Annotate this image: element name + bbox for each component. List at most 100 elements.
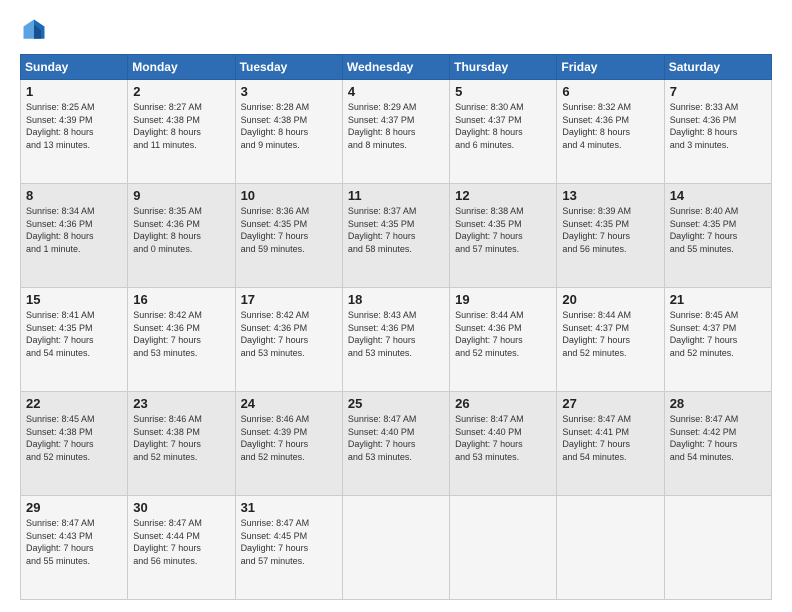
day-number: 10	[241, 188, 337, 203]
day-number: 20	[562, 292, 658, 307]
day-number: 25	[348, 396, 444, 411]
day-info: Sunrise: 8:45 AM Sunset: 4:38 PM Dayligh…	[26, 413, 122, 463]
day-number: 14	[670, 188, 766, 203]
page: SundayMondayTuesdayWednesdayThursdayFrid…	[0, 0, 792, 612]
day-number: 5	[455, 84, 551, 99]
day-number: 30	[133, 500, 229, 515]
calendar-week-5: 29 Sunrise: 8:47 AM Sunset: 4:43 PM Dayli…	[21, 496, 772, 600]
calendar-cell	[450, 496, 557, 600]
calendar-cell	[342, 496, 449, 600]
day-info: Sunrise: 8:44 AM Sunset: 4:37 PM Dayligh…	[562, 309, 658, 359]
calendar-cell: 18Sunrise: 8:43 AM Sunset: 4:36 PM Dayli…	[342, 288, 449, 392]
day-info: Sunrise: 8:28 AM Sunset: 4:38 PM Dayligh…	[241, 101, 337, 151]
day-number: 27	[562, 396, 658, 411]
day-info: Sunrise: 8:47 AM Sunset: 4:40 PM Dayligh…	[455, 413, 551, 463]
calendar-cell: 20 Sunrise: 8:44 AM Sunset: 4:37 PM Dayli…	[557, 288, 664, 392]
day-number: 1	[26, 84, 122, 99]
day-info: Sunrise: 8:38 AM Sunset: 4:35 PM Dayligh…	[455, 205, 551, 255]
day-number: 8	[26, 188, 122, 203]
col-header-thursday: Thursday	[450, 55, 557, 80]
calendar-week-2: 8 Sunrise: 8:34 AM Sunset: 4:36 PM Daylig…	[21, 184, 772, 288]
col-header-saturday: Saturday	[664, 55, 771, 80]
day-number: 21	[670, 292, 766, 307]
col-header-monday: Monday	[128, 55, 235, 80]
calendar-cell: 7 Sunrise: 8:33 AM Sunset: 4:36 PM Daylig…	[664, 80, 771, 184]
day-info: Sunrise: 8:47 AM Sunset: 4:42 PM Dayligh…	[670, 413, 766, 463]
calendar-cell: 23 Sunrise: 8:46 AM Sunset: 4:38 PM Dayli…	[128, 392, 235, 496]
day-info: Sunrise: 8:34 AM Sunset: 4:36 PM Dayligh…	[26, 205, 122, 255]
calendar-cell: 11 Sunrise: 8:37 AM Sunset: 4:35 PM Dayli…	[342, 184, 449, 288]
header	[20, 16, 772, 44]
col-header-sunday: Sunday	[21, 55, 128, 80]
day-info: Sunrise: 8:42 AM Sunset: 4:36 PM Dayligh…	[241, 309, 337, 359]
day-number: 4	[348, 84, 444, 99]
col-header-tuesday: Tuesday	[235, 55, 342, 80]
day-number: 7	[670, 84, 766, 99]
day-info: Sunrise: 8:42 AM Sunset: 4:36 PM Dayligh…	[133, 309, 229, 359]
calendar-cell: 31 Sunrise: 8:47 AM Sunset: 4:45 PM Dayli…	[235, 496, 342, 600]
calendar-table: SundayMondayTuesdayWednesdayThursdayFrid…	[20, 54, 772, 600]
calendar-cell: 5 Sunrise: 8:30 AM Sunset: 4:37 PM Daylig…	[450, 80, 557, 184]
day-number: 11	[348, 188, 444, 203]
col-header-friday: Friday	[557, 55, 664, 80]
day-number: 13	[562, 188, 658, 203]
calendar-cell: 17 Sunrise: 8:42 AM Sunset: 4:36 PM Dayli…	[235, 288, 342, 392]
day-number: 15	[26, 292, 122, 307]
day-number: 23	[133, 396, 229, 411]
calendar-cell: 16 Sunrise: 8:42 AM Sunset: 4:36 PM Dayli…	[128, 288, 235, 392]
calendar-cell	[557, 496, 664, 600]
day-info: Sunrise: 8:44 AM Sunset: 4:36 PM Dayligh…	[455, 309, 551, 359]
day-number: 2	[133, 84, 229, 99]
calendar-cell: 25Sunrise: 8:47 AM Sunset: 4:40 PM Dayli…	[342, 392, 449, 496]
calendar-cell: 28 Sunrise: 8:47 AM Sunset: 4:42 PM Dayli…	[664, 392, 771, 496]
day-number: 29	[26, 500, 122, 515]
calendar-cell: 21 Sunrise: 8:45 AM Sunset: 4:37 PM Dayli…	[664, 288, 771, 392]
calendar-cell: 14Sunrise: 8:40 AM Sunset: 4:35 PM Dayli…	[664, 184, 771, 288]
day-info: Sunrise: 8:39 AM Sunset: 4:35 PM Dayligh…	[562, 205, 658, 255]
calendar-cell: 2 Sunrise: 8:27 AM Sunset: 4:38 PM Daylig…	[128, 80, 235, 184]
calendar-week-4: 22Sunrise: 8:45 AM Sunset: 4:38 PM Dayli…	[21, 392, 772, 496]
day-info: Sunrise: 8:45 AM Sunset: 4:37 PM Dayligh…	[670, 309, 766, 359]
day-info: Sunrise: 8:29 AM Sunset: 4:37 PM Dayligh…	[348, 101, 444, 151]
day-number: 3	[241, 84, 337, 99]
day-info: Sunrise: 8:43 AM Sunset: 4:36 PM Dayligh…	[348, 309, 444, 359]
calendar-cell: 6Sunrise: 8:32 AM Sunset: 4:36 PM Daylig…	[557, 80, 664, 184]
day-info: Sunrise: 8:46 AM Sunset: 4:38 PM Dayligh…	[133, 413, 229, 463]
calendar-cell: 30 Sunrise: 8:47 AM Sunset: 4:44 PM Dayli…	[128, 496, 235, 600]
calendar-cell: 10 Sunrise: 8:36 AM Sunset: 4:35 PM Dayli…	[235, 184, 342, 288]
day-number: 19	[455, 292, 551, 307]
calendar-cell: 29 Sunrise: 8:47 AM Sunset: 4:43 PM Dayli…	[21, 496, 128, 600]
day-number: 12	[455, 188, 551, 203]
day-info: Sunrise: 8:37 AM Sunset: 4:35 PM Dayligh…	[348, 205, 444, 255]
calendar-cell: 26 Sunrise: 8:47 AM Sunset: 4:40 PM Dayli…	[450, 392, 557, 496]
calendar-cell: 3 Sunrise: 8:28 AM Sunset: 4:38 PM Daylig…	[235, 80, 342, 184]
calendar-cell: 9Sunrise: 8:35 AM Sunset: 4:36 PM Daylig…	[128, 184, 235, 288]
calendar-cell: 19 Sunrise: 8:44 AM Sunset: 4:36 PM Dayli…	[450, 288, 557, 392]
calendar-cell: 24Sunrise: 8:46 AM Sunset: 4:39 PM Dayli…	[235, 392, 342, 496]
calendar-cell: 8 Sunrise: 8:34 AM Sunset: 4:36 PM Daylig…	[21, 184, 128, 288]
day-number: 9	[133, 188, 229, 203]
calendar-header-row: SundayMondayTuesdayWednesdayThursdayFrid…	[21, 55, 772, 80]
day-info: Sunrise: 8:27 AM Sunset: 4:38 PM Dayligh…	[133, 101, 229, 151]
day-info: Sunrise: 8:33 AM Sunset: 4:36 PM Dayligh…	[670, 101, 766, 151]
day-info: Sunrise: 8:47 AM Sunset: 4:43 PM Dayligh…	[26, 517, 122, 567]
day-info: Sunrise: 8:36 AM Sunset: 4:35 PM Dayligh…	[241, 205, 337, 255]
day-number: 28	[670, 396, 766, 411]
day-info: Sunrise: 8:47 AM Sunset: 4:41 PM Dayligh…	[562, 413, 658, 463]
day-info: Sunrise: 8:25 AM Sunset: 4:39 PM Dayligh…	[26, 101, 122, 151]
calendar-cell: 13 Sunrise: 8:39 AM Sunset: 4:35 PM Dayli…	[557, 184, 664, 288]
day-info: Sunrise: 8:47 AM Sunset: 4:45 PM Dayligh…	[241, 517, 337, 567]
day-number: 31	[241, 500, 337, 515]
day-info: Sunrise: 8:41 AM Sunset: 4:35 PM Dayligh…	[26, 309, 122, 359]
day-number: 16	[133, 292, 229, 307]
day-info: Sunrise: 8:46 AM Sunset: 4:39 PM Dayligh…	[241, 413, 337, 463]
calendar-cell: 12 Sunrise: 8:38 AM Sunset: 4:35 PM Dayli…	[450, 184, 557, 288]
calendar-cell: 22Sunrise: 8:45 AM Sunset: 4:38 PM Dayli…	[21, 392, 128, 496]
calendar-cell: 15 Sunrise: 8:41 AM Sunset: 4:35 PM Dayli…	[21, 288, 128, 392]
day-number: 26	[455, 396, 551, 411]
day-info: Sunrise: 8:32 AM Sunset: 4:36 PM Dayligh…	[562, 101, 658, 151]
calendar-cell: 1 Sunrise: 8:25 AM Sunset: 4:39 PM Daylig…	[21, 80, 128, 184]
day-number: 17	[241, 292, 337, 307]
day-info: Sunrise: 8:30 AM Sunset: 4:37 PM Dayligh…	[455, 101, 551, 151]
day-info: Sunrise: 8:47 AM Sunset: 4:44 PM Dayligh…	[133, 517, 229, 567]
